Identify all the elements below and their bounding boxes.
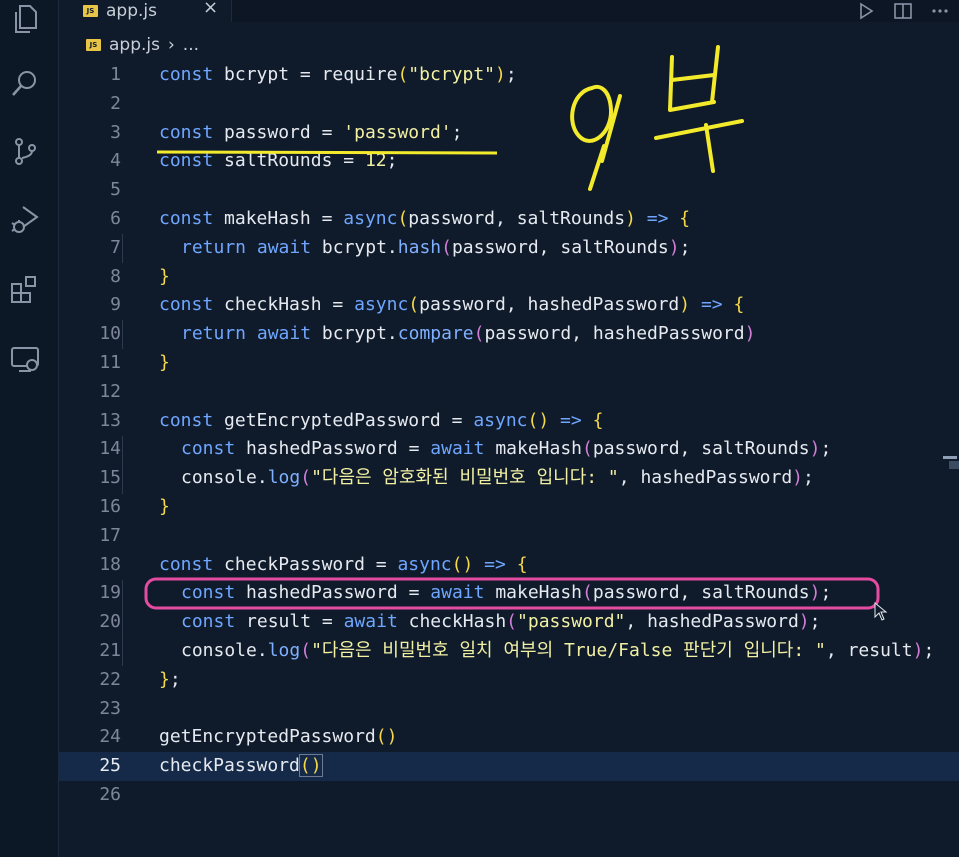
remote-explorer-icon[interactable] xyxy=(6,340,44,378)
files-icon[interactable] xyxy=(6,0,44,38)
js-file-icon: JS xyxy=(86,39,101,51)
line-number: 20 xyxy=(99,611,121,633)
code-text: getEncryptedPassword() xyxy=(159,726,398,748)
code-line[interactable]: 5 xyxy=(59,176,959,205)
code-line[interactable]: 2 xyxy=(59,90,959,119)
line-number: 13 xyxy=(99,409,121,431)
line-number: 17 xyxy=(99,524,121,546)
line-number: 10 xyxy=(99,323,121,345)
code-text: const checkHash = async(password, hashed… xyxy=(159,294,745,316)
breadcrumb-file[interactable]: app.js xyxy=(109,35,160,55)
indent-guide xyxy=(122,320,123,349)
code-line[interactable]: 9 const checkHash = async(password, hashe… xyxy=(59,291,959,320)
line-number: 23 xyxy=(99,697,121,719)
line-number: 21 xyxy=(99,639,121,661)
line-number: 8 xyxy=(110,265,121,287)
code-line[interactable]: 1 const bcrypt = require("bcrypt"); xyxy=(59,61,959,90)
code-line[interactable]: 23 xyxy=(59,695,959,724)
code-text: const checkPassword = async() => { xyxy=(159,553,528,575)
code-text: return await bcrypt.compare(password, ha… xyxy=(181,323,756,345)
line-number: 12 xyxy=(99,380,121,402)
code-line[interactable]: 21 console.log("다음은 비밀번호 일치 여부의 True/Fals… xyxy=(59,637,959,666)
code-text: checkPassword() xyxy=(159,754,323,778)
code-text: const saltRounds = 12; xyxy=(159,150,398,172)
line-number: 26 xyxy=(99,783,121,805)
line-number: 22 xyxy=(99,668,121,690)
code-text: const password = 'password'; xyxy=(159,121,463,143)
code-line[interactable]: 12 xyxy=(59,378,959,407)
extensions-icon[interactable] xyxy=(6,270,44,308)
tab-title: app.js xyxy=(106,1,157,21)
code-text: const hashedPassword = await makeHash(pa… xyxy=(181,582,832,604)
line-number: 6 xyxy=(110,207,121,229)
line-number: 11 xyxy=(99,351,121,373)
run-debug-icon[interactable] xyxy=(6,200,44,238)
close-icon[interactable]: × xyxy=(203,0,218,18)
code-text: console.log("다음은 비밀번호 일치 여부의 True/False … xyxy=(181,639,935,661)
line-number: 4 xyxy=(110,150,121,172)
line-number: 5 xyxy=(110,179,121,201)
split-editor-icon[interactable] xyxy=(893,2,913,20)
breadcrumb: JS app.js › ... xyxy=(86,33,199,57)
line-number: 16 xyxy=(99,495,121,517)
code-line[interactable]: 22}; xyxy=(59,666,959,695)
code-line[interactable]: 6 const makeHash = async(password, saltRo… xyxy=(59,205,959,234)
code-line[interactable]: 24 getEncryptedPassword() xyxy=(59,723,959,752)
js-file-icon: JS xyxy=(83,5,98,17)
code-line[interactable]: 10 return await bcrypt.compare(password, … xyxy=(59,320,959,349)
line-number: 15 xyxy=(99,467,121,489)
code-text: const makeHash = async(password, saltRou… xyxy=(159,207,691,229)
code-line[interactable]: 15 console.log("다음은 암호화된 비밀번호 입니다: ", has… xyxy=(59,464,959,493)
line-number: 24 xyxy=(99,726,121,748)
code-editor[interactable]: 1 const bcrypt = require("bcrypt"); 2 3 cons… xyxy=(59,61,959,810)
indent-guide xyxy=(122,436,123,494)
code-text: return await bcrypt.hash(password, saltR… xyxy=(181,236,691,258)
code-line[interactable]: 19 const hashedPassword = await makeHash(… xyxy=(59,579,959,608)
code-line[interactable]: 17 xyxy=(59,522,959,551)
code-text: const getEncryptedPassword = async() => … xyxy=(159,409,604,431)
editor-actions xyxy=(857,0,949,22)
code-text: console.log("다음은 암호화된 비밀번호 입니다: ", hashe… xyxy=(181,467,814,489)
code-line[interactable]: 7 return await bcrypt.hash(password, salt… xyxy=(59,234,959,263)
scrollbar-marker xyxy=(943,456,957,459)
breadcrumb-more[interactable]: ... xyxy=(183,35,199,55)
line-number: 18 xyxy=(99,553,121,575)
source-control-icon[interactable] xyxy=(6,132,44,170)
code-line[interactable]: 16} xyxy=(59,493,959,522)
breadcrumb-separator: › xyxy=(167,35,175,55)
code-text: } xyxy=(159,351,170,373)
code-text: } xyxy=(159,265,170,287)
line-number: 25 xyxy=(99,755,121,777)
code-line[interactable]: 13 const getEncryptedPassword = async() =… xyxy=(59,407,959,436)
code-line[interactable]: 8} xyxy=(59,263,959,292)
code-text: const bcrypt = require("bcrypt"); xyxy=(159,64,517,85)
code-text: }; xyxy=(159,668,181,690)
line-number: 2 xyxy=(110,92,121,114)
code-line[interactable]: 25 checkPassword() xyxy=(59,752,959,781)
code-line[interactable]: 14 const hashedPassword = await makeHash(… xyxy=(59,435,959,464)
code-text: } xyxy=(159,495,170,517)
tab-app-js[interactable]: JS app.js × xyxy=(59,0,232,22)
more-actions-icon[interactable] xyxy=(931,2,949,20)
line-number: 9 xyxy=(110,294,121,316)
code-line[interactable]: 20 const result = await checkHash("passwo… xyxy=(59,608,959,637)
code-line[interactable]: 3 const password = 'password'; xyxy=(59,119,959,148)
scrollbar-thumb[interactable] xyxy=(949,461,959,469)
line-number: 3 xyxy=(110,121,121,143)
search-icon[interactable] xyxy=(6,64,44,102)
activity-bar xyxy=(0,0,59,857)
code-line[interactable]: 18 const checkPassword = async() => { xyxy=(59,551,959,580)
line-number: 14 xyxy=(99,438,121,460)
code-line[interactable]: 26 xyxy=(59,781,959,810)
line-number: 7 xyxy=(110,236,121,258)
run-icon[interactable] xyxy=(857,2,875,20)
line-number: 19 xyxy=(99,582,121,604)
indent-guide xyxy=(122,234,123,263)
line-number: 1 xyxy=(110,64,121,85)
code-text: const hashedPassword = await makeHash(pa… xyxy=(181,438,832,460)
code-line[interactable]: 11} xyxy=(59,349,959,378)
code-text: const result = await checkHash("password… xyxy=(181,611,821,633)
code-line[interactable]: 4 const saltRounds = 12; xyxy=(59,147,959,176)
indent-guide xyxy=(122,580,123,666)
